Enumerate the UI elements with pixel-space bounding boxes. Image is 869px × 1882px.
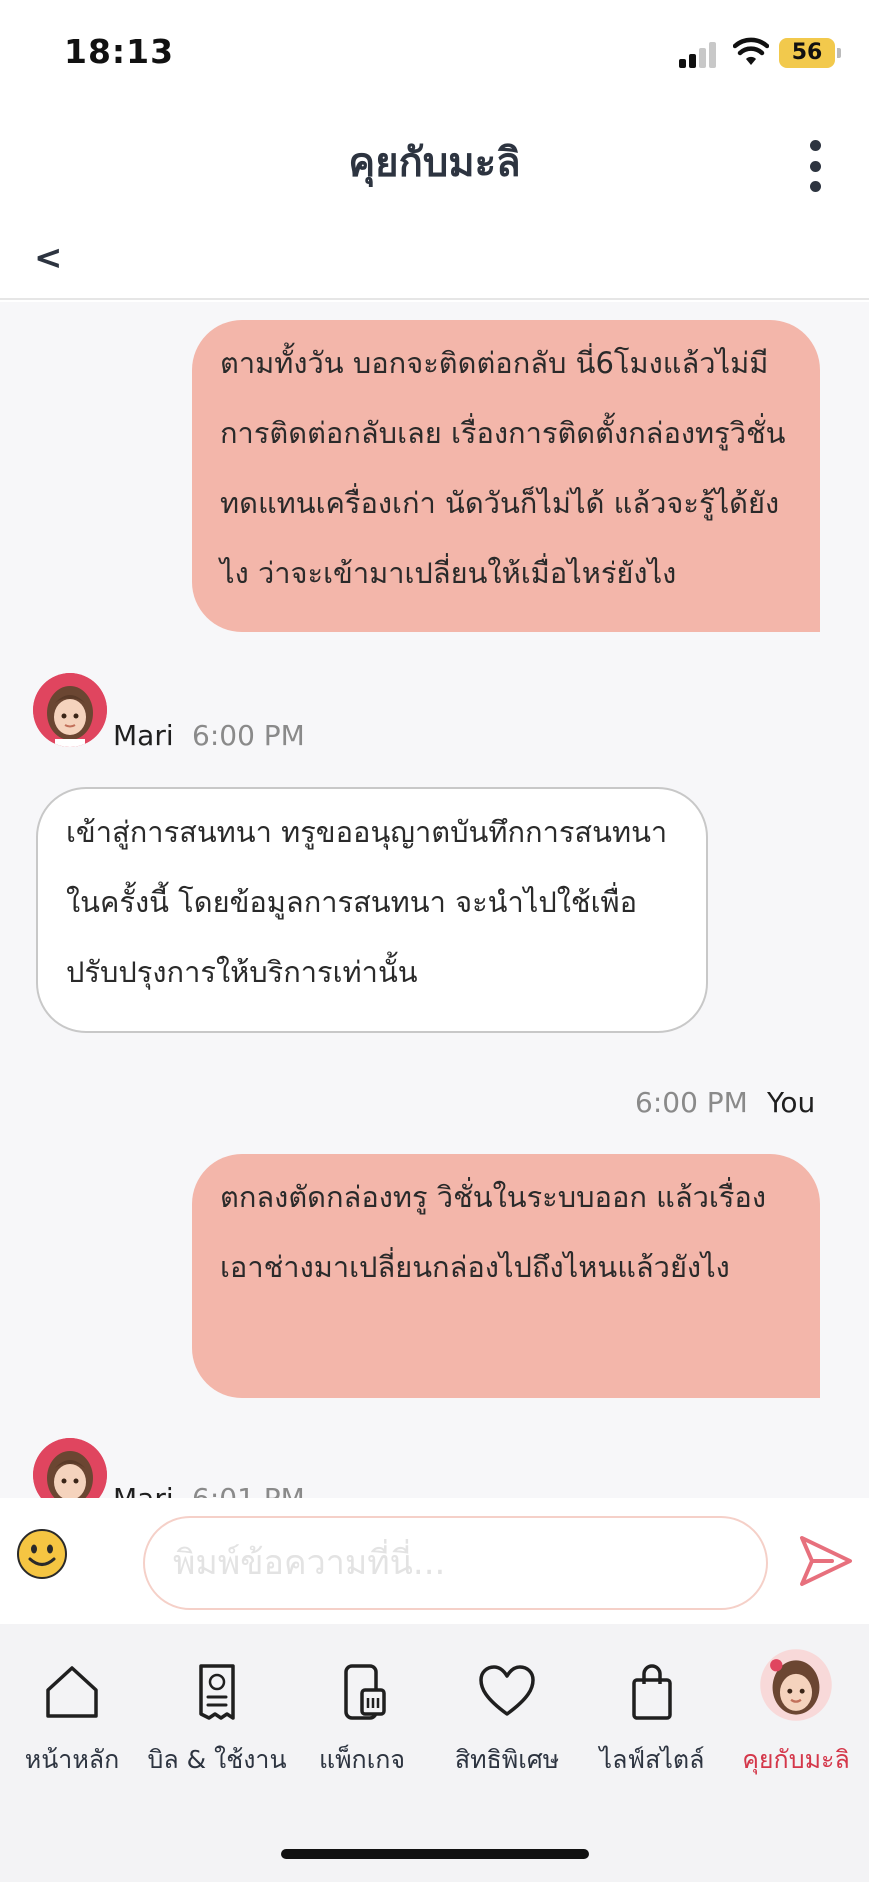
tab-package[interactable]: แพ็กเกจ	[292, 1662, 432, 1782]
bill-icon	[199, 1664, 235, 1720]
sender-name: Mari	[113, 1482, 174, 1498]
more-dot-icon	[809, 181, 821, 192]
back-button[interactable]: <	[34, 238, 64, 278]
home-indicator	[281, 1849, 589, 1859]
sender-name: Mari	[113, 719, 174, 752]
message-time: 6:00 PM	[635, 1086, 748, 1119]
tab-label: ไลฟ์สไตล์	[599, 1745, 705, 1774]
user-message-bubble: ตกลงตัดกล่องทรู วิชั่นในระบบออก แล้วเรื่…	[192, 1154, 820, 1398]
tab-label: สิทธิพิเศษ	[454, 1745, 560, 1774]
status-bar: 18:13 56	[0, 0, 869, 100]
more-dot-icon	[809, 160, 821, 172]
status-time: 18:13	[64, 32, 175, 71]
send-icon[interactable]	[798, 1534, 854, 1588]
tab-home[interactable]: หน้าหลัก	[2, 1662, 142, 1782]
bottom-tab-bar: หน้าหลัก บิล & ใช้งาน แพ็กเกจ สิทธิพิเศษ…	[0, 1624, 869, 1882]
chat-thread[interactable]: ตามทั้งวัน บอกจะติดต่อกลับ นี่6โมงแล้วไม…	[0, 302, 869, 1498]
tab-bills[interactable]: บิล & ใช้งาน	[147, 1662, 287, 1782]
mari-face-icon	[33, 1438, 107, 1498]
tab-chat-mali[interactable]: คุยกับมะลิ	[726, 1649, 866, 1782]
mari-avatar	[33, 673, 107, 747]
message-time: 6:00 PM	[192, 719, 305, 752]
more-options-button[interactable]	[800, 140, 830, 192]
package-phone-icon	[344, 1664, 386, 1720]
tab-label: แพ็กเกจ	[318, 1745, 406, 1774]
more-dot-icon	[809, 140, 821, 151]
page-title: คุยกับมะลิ	[348, 140, 521, 186]
tab-label: บิล & ใช้งาน	[147, 1745, 287, 1774]
mari-face-icon	[33, 673, 107, 747]
mali-avatar-icon	[760, 1649, 832, 1721]
message-time: 6:01 PM	[192, 1482, 305, 1498]
wifi-icon	[733, 37, 769, 65]
message-composer	[0, 1498, 869, 1624]
tab-lifestyle[interactable]: ไลฟ์สไตล์	[582, 1662, 722, 1782]
sender-name: You	[767, 1086, 816, 1119]
message-text: ตามทั้งวัน บอกจะติดต่อกลับ นี่6โมงแล้วไม…	[220, 346, 786, 590]
tab-label: หน้าหลัก	[24, 1745, 120, 1774]
cellular-signal-icon	[679, 40, 723, 68]
bot-message-bubble: เข้าสู่การสนทนา ทรูขออนุญาตบันทึกการสนทน…	[36, 787, 708, 1033]
tab-privileges[interactable]: สิทธิพิเศษ	[437, 1662, 577, 1782]
heart-icon	[479, 1665, 535, 1716]
chat-header: คุยกับมะลิ <	[0, 100, 869, 300]
shopping-bag-icon	[632, 1664, 672, 1720]
emoji-icon[interactable]	[16, 1528, 68, 1580]
message-text: เข้าสู่การสนทนา ทรูขออนุญาตบันทึกการสนทน…	[66, 815, 668, 989]
user-message-bubble: ตามทั้งวัน บอกจะติดต่อกลับ นี่6โมงแล้วไม…	[192, 320, 820, 632]
message-input[interactable]	[143, 1516, 768, 1610]
message-text: ตกลงตัดกล่องทรู วิชั่นในระบบออก แล้วเรื่…	[220, 1180, 766, 1284]
mari-avatar	[33, 1438, 107, 1498]
tab-label: คุยกับมะลิ	[742, 1745, 850, 1774]
battery-icon: 56	[779, 38, 841, 68]
home-icon	[46, 1666, 98, 1718]
